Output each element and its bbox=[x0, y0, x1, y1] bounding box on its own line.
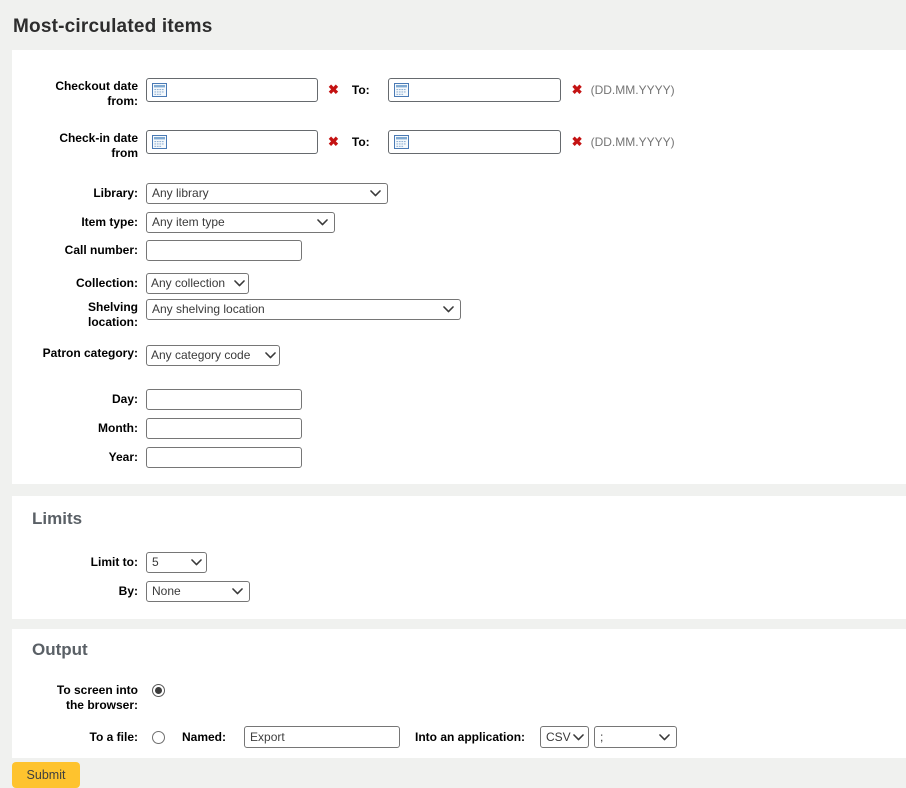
checkin-date-format-hint: (DD.MM.YYYY) bbox=[591, 130, 675, 154]
output-screen-radio[interactable] bbox=[152, 684, 165, 697]
clear-checkin-to-icon[interactable]: ✖ bbox=[572, 130, 583, 154]
file-format-select[interactable]: CSV bbox=[540, 726, 589, 748]
month-label: Month: bbox=[12, 418, 138, 436]
file-format-select-value: CSV bbox=[546, 728, 571, 747]
output-to-screen-row: To screen into the browser: bbox=[12, 682, 906, 713]
limit-by-row: By: None bbox=[12, 581, 906, 602]
limits-heading: Limits bbox=[32, 508, 906, 530]
to-file-label: To a file: bbox=[12, 730, 138, 745]
output-heading: Output bbox=[32, 639, 906, 661]
shelving-location-select-value: Any shelving location bbox=[152, 300, 439, 319]
item-type-select[interactable]: Any item type bbox=[146, 212, 335, 233]
call-number-input[interactable] bbox=[146, 240, 302, 261]
field-separator-select[interactable]: ; bbox=[594, 726, 677, 748]
chevron-down-icon bbox=[232, 588, 243, 595]
collection-row: Collection: Any collection bbox=[12, 273, 906, 294]
chevron-down-icon bbox=[191, 559, 202, 566]
call-number-label: Call number: bbox=[12, 240, 138, 258]
checkout-date-from-input[interactable] bbox=[146, 78, 318, 102]
collection-select-value: Any collection bbox=[151, 274, 232, 293]
library-row: Library: Any library bbox=[12, 183, 906, 204]
collection-select[interactable]: Any collection bbox=[146, 273, 249, 294]
library-label: Library: bbox=[12, 183, 138, 201]
into-application-label: Into an application: bbox=[415, 730, 525, 744]
output-panel: Output To screen into the browser: To a … bbox=[12, 629, 906, 758]
chevron-down-icon bbox=[317, 219, 328, 226]
calendar-icon bbox=[394, 135, 409, 149]
clear-checkin-from-icon[interactable]: ✖ bbox=[328, 130, 339, 154]
chevron-down-icon bbox=[234, 280, 245, 287]
file-name-input[interactable] bbox=[244, 726, 400, 748]
month-row: Month: bbox=[12, 418, 906, 439]
checkout-to-label: To: bbox=[352, 78, 370, 102]
checkin-to-label: To: bbox=[352, 130, 370, 154]
checkout-date-to-input[interactable] bbox=[388, 78, 561, 102]
chevron-down-icon bbox=[573, 734, 584, 741]
item-type-select-value: Any item type bbox=[152, 213, 313, 232]
limit-to-select-value: 5 bbox=[152, 553, 189, 572]
patron-category-label: Patron category: bbox=[12, 345, 138, 361]
patron-category-select-value: Any category code bbox=[151, 346, 263, 365]
item-type-row: Item type: Any item type bbox=[12, 212, 906, 233]
limit-to-select[interactable]: 5 bbox=[146, 552, 207, 573]
calendar-icon bbox=[152, 83, 167, 97]
clear-checkout-to-icon[interactable]: ✖ bbox=[572, 78, 583, 102]
shelving-location-select[interactable]: Any shelving location bbox=[146, 299, 461, 320]
limit-by-select[interactable]: None bbox=[146, 581, 250, 602]
day-label: Day: bbox=[12, 389, 138, 407]
year-row: Year: bbox=[12, 447, 906, 468]
shelving-location-label: Shelving location: bbox=[12, 299, 138, 330]
output-to-file-row: To a file: Named: Into an application: C… bbox=[12, 726, 906, 748]
collection-label: Collection: bbox=[12, 273, 138, 291]
output-file-radio[interactable] bbox=[152, 731, 165, 744]
checkin-date-from-input[interactable] bbox=[146, 130, 318, 154]
limit-to-row: Limit to: 5 bbox=[12, 552, 906, 573]
named-label: Named: bbox=[182, 730, 226, 744]
limit-to-label: Limit to: bbox=[12, 552, 138, 570]
clear-checkout-from-icon[interactable]: ✖ bbox=[328, 78, 339, 102]
shelving-location-row: Shelving location: Any shelving location bbox=[12, 299, 906, 330]
limit-by-label: By: bbox=[12, 581, 138, 599]
calendar-icon bbox=[394, 83, 409, 97]
library-select[interactable]: Any library bbox=[146, 183, 388, 204]
limits-panel: Limits Limit to: 5 By: None bbox=[12, 496, 906, 619]
day-input[interactable] bbox=[146, 389, 302, 410]
month-input[interactable] bbox=[146, 418, 302, 439]
chevron-down-icon bbox=[265, 352, 276, 359]
checkin-date-label: Check-in date from bbox=[12, 130, 138, 161]
year-label: Year: bbox=[12, 447, 138, 465]
patron-category-row: Patron category: Any category code bbox=[12, 345, 906, 375]
year-input[interactable] bbox=[146, 447, 302, 468]
day-row: Day: bbox=[12, 389, 906, 410]
checkin-date-to-input[interactable] bbox=[388, 130, 561, 154]
checkout-date-label: Checkout date from: bbox=[12, 78, 138, 109]
chevron-down-icon bbox=[443, 306, 454, 313]
limit-by-select-value: None bbox=[152, 582, 228, 601]
chevron-down-icon bbox=[370, 190, 381, 197]
checkin-date-row: Check-in date from ✖ To: ✖ (DD.MM.YYYY) bbox=[12, 130, 906, 161]
checkout-date-row: Checkout date from: ✖ To: ✖ (DD.MM.YYYY) bbox=[12, 78, 906, 109]
chevron-down-icon bbox=[659, 734, 670, 741]
calendar-icon bbox=[152, 135, 167, 149]
item-type-label: Item type: bbox=[12, 212, 138, 230]
patron-category-select[interactable]: Any category code bbox=[146, 345, 280, 366]
to-screen-label: To screen into the browser: bbox=[12, 682, 138, 713]
submit-button[interactable]: Submit bbox=[12, 762, 80, 788]
field-separator-select-value: ; bbox=[600, 728, 655, 747]
page-title: Most-circulated items bbox=[0, 0, 906, 38]
filters-panel: Checkout date from: ✖ To: ✖ (DD.MM.YYYY)… bbox=[12, 50, 906, 484]
checkout-date-format-hint: (DD.MM.YYYY) bbox=[591, 78, 675, 102]
call-number-row: Call number: bbox=[12, 240, 906, 261]
library-select-value: Any library bbox=[152, 184, 366, 203]
